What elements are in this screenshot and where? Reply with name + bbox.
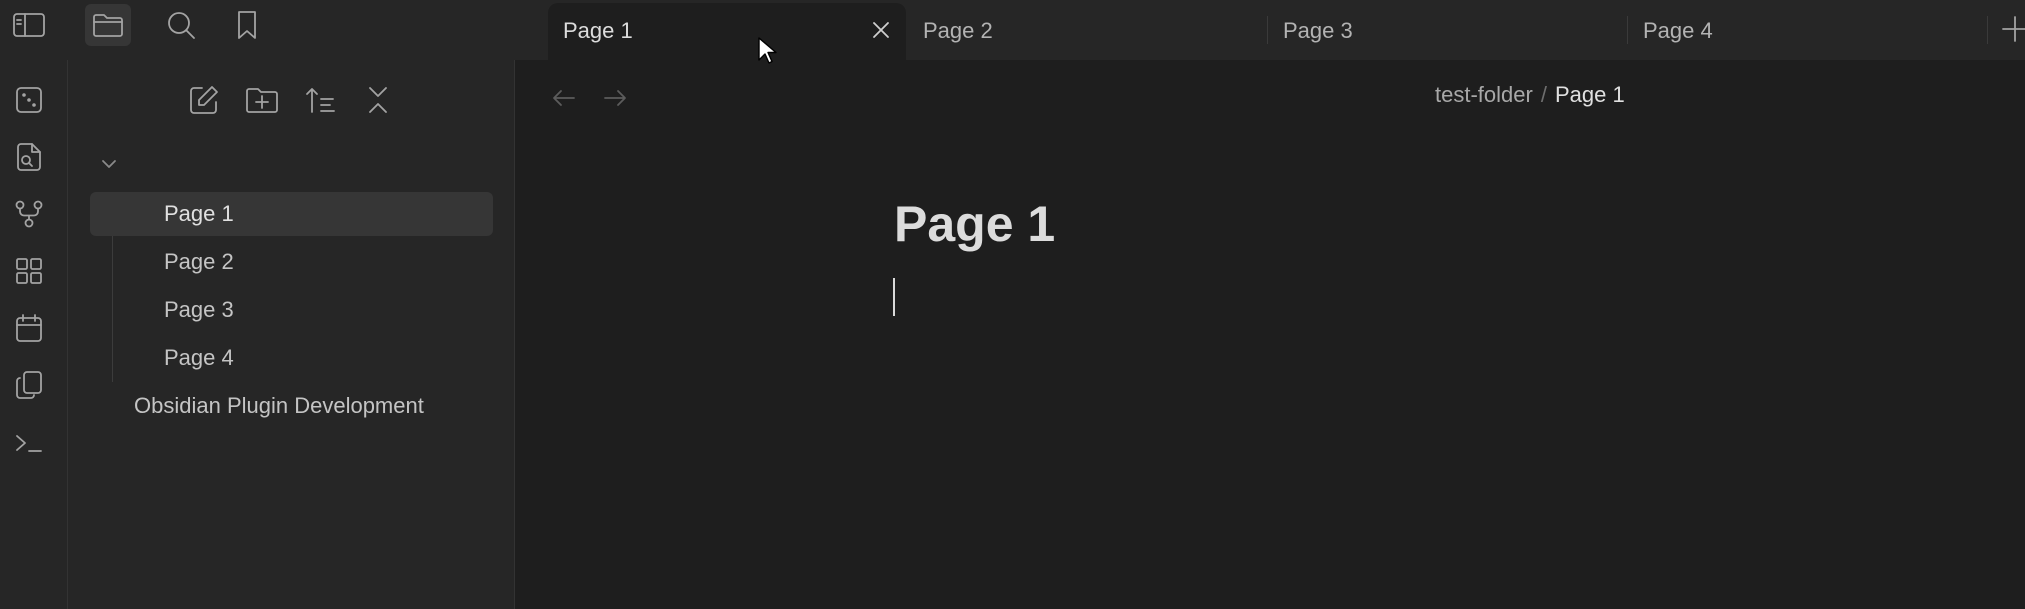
list-item[interactable]: Obsidian Plugin Development bbox=[134, 393, 424, 419]
search-icon[interactable] bbox=[158, 4, 204, 46]
list-item[interactable]: Page 4 bbox=[164, 345, 234, 371]
list-item-page-1-selected[interactable] bbox=[90, 192, 493, 236]
tab-label: Page 2 bbox=[923, 18, 993, 43]
breadcrumb: test-folder / Page 1 bbox=[1435, 82, 1625, 108]
sidebar-toggle-icon[interactable] bbox=[6, 4, 52, 46]
editor-pane: test-folder / Page 1 Page 1 bbox=[515, 60, 2025, 609]
blocks-icon[interactable] bbox=[12, 254, 46, 288]
list-item[interactable]: Page 3 bbox=[164, 297, 234, 323]
dice-icon[interactable] bbox=[12, 83, 46, 117]
new-tab-button[interactable] bbox=[2000, 14, 2025, 44]
ribbon bbox=[0, 60, 68, 609]
plus-icon bbox=[2002, 16, 2025, 42]
folder-icon[interactable] bbox=[85, 4, 131, 46]
new-note-icon[interactable] bbox=[184, 80, 224, 120]
tab-label: Page 1 bbox=[563, 18, 633, 43]
new-folder-icon[interactable] bbox=[242, 80, 282, 120]
tab-page-3[interactable]: Page 3 bbox=[1268, 3, 1628, 60]
file-explorer: test-folder Page 1 Page 2 Page 3 Page 4 … bbox=[68, 60, 515, 609]
bookmark-icon[interactable] bbox=[224, 4, 270, 46]
tab-page-2[interactable]: Page 2 bbox=[908, 3, 1268, 60]
close-icon[interactable] bbox=[868, 17, 894, 43]
collapse-all-icon[interactable] bbox=[358, 80, 398, 120]
list-item[interactable]: Page 1 bbox=[164, 201, 234, 227]
list-item[interactable]: Page 2 bbox=[164, 249, 234, 275]
calendar-icon[interactable] bbox=[12, 311, 46, 345]
sidebar-header bbox=[0, 0, 515, 60]
graph-icon[interactable] bbox=[12, 197, 46, 231]
page-title[interactable]: Page 1 bbox=[894, 195, 1055, 253]
tab-page-4[interactable]: Page 4 bbox=[1628, 3, 1988, 60]
title-bar: Page 1 Page 2 Page 3 Page 4 bbox=[0, 0, 2025, 60]
breadcrumb-current[interactable]: Page 1 bbox=[1555, 82, 1625, 107]
copy-icon[interactable] bbox=[12, 368, 46, 402]
terminal-icon[interactable] bbox=[12, 426, 46, 460]
file-label: Page 1 bbox=[164, 201, 234, 226]
chevron-down-icon[interactable] bbox=[100, 157, 118, 171]
file-label: Page 3 bbox=[164, 297, 234, 322]
tab-label: Page 3 bbox=[1283, 18, 1353, 43]
breadcrumb-folder[interactable]: test-folder bbox=[1435, 82, 1533, 107]
file-label: Obsidian Plugin Development bbox=[134, 393, 424, 418]
tab-page-1[interactable]: Page 1 bbox=[548, 3, 906, 60]
file-label: Page 2 bbox=[164, 249, 234, 274]
back-arrow-icon[interactable] bbox=[546, 80, 582, 116]
tab-label: Page 4 bbox=[1643, 18, 1713, 43]
breadcrumb-separator: / bbox=[1540, 82, 1547, 107]
sort-icon[interactable] bbox=[300, 80, 340, 120]
file-search-icon[interactable] bbox=[12, 140, 46, 174]
tab-divider bbox=[1987, 16, 1988, 44]
text-caret bbox=[893, 278, 895, 316]
mouse-pointer-icon bbox=[757, 36, 777, 66]
forward-arrow-icon[interactable] bbox=[597, 80, 633, 116]
file-label: Page 4 bbox=[164, 345, 234, 370]
